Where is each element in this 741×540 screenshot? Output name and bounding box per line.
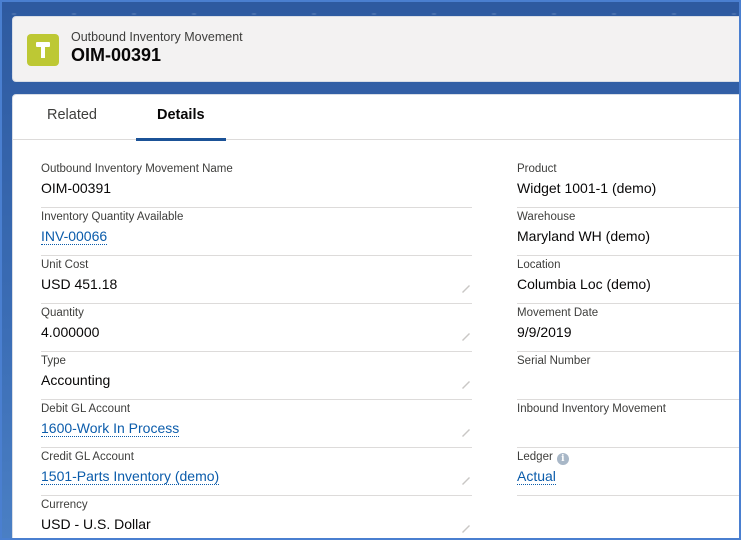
pencil-icon[interactable] <box>460 330 472 342</box>
field-value: Widget 1001-1 (demo) <box>517 180 657 196</box>
credit-gl-account-link[interactable]: 1501-Parts Inventory (demo) <box>41 468 220 485</box>
field-type: Type Accounting <box>41 352 472 400</box>
pencil-icon[interactable] <box>460 474 472 486</box>
field-value: 9/9/2019 <box>517 324 572 340</box>
field-label: Quantity <box>41 307 84 319</box>
field-value: Maryland WH (demo) <box>517 228 651 244</box>
field-warehouse: Warehouse Maryland WH (demo) <box>517 208 739 256</box>
tab-bar: Related Details <box>13 95 739 141</box>
app-frame: Outbound Inventory Movement OIM-00391 Re… <box>0 0 741 540</box>
field-ledger: Ledger i Actual <box>517 448 739 496</box>
field-label: Inbound Inventory Movement <box>517 403 666 415</box>
field-debit-gl-account: Debit GL Account 1600-Work In Process <box>41 400 472 448</box>
tab-details[interactable]: Details <box>136 107 226 141</box>
field-credit-gl-account: Credit GL Account 1501-Parts Inventory (… <box>41 448 472 496</box>
object-type-label: Outbound Inventory Movement <box>71 30 243 44</box>
pencil-icon[interactable] <box>460 378 472 390</box>
ledger-label-text: Ledger <box>517 451 553 463</box>
field-value: 4.000000 <box>41 324 100 340</box>
pencil-icon[interactable] <box>460 426 472 438</box>
field-quantity: Quantity 4.000000 <box>41 304 472 352</box>
tab-related[interactable]: Related <box>47 107 97 140</box>
field-value: Accounting <box>41 372 111 388</box>
field-label: Type <box>41 355 66 367</box>
field-label: Location <box>517 259 561 271</box>
field-serial-number: Serial Number <box>517 352 739 400</box>
inventory-quantity-link[interactable]: INV-00066 <box>41 228 108 245</box>
field-value: USD - U.S. Dollar <box>41 516 151 532</box>
field-currency: Currency USD - U.S. Dollar <box>41 496 472 538</box>
ledger-link[interactable]: Actual <box>517 468 556 485</box>
field-label: Movement Date <box>517 307 599 319</box>
details-card: Related Details Outbound Inventory Movem… <box>12 94 739 538</box>
hammer-icon-glyph <box>36 42 50 58</box>
field-location: Location Columbia Loc (demo) <box>517 256 739 304</box>
field-label: Inventory Quantity Available <box>41 211 184 223</box>
pencil-icon[interactable] <box>460 282 472 294</box>
field-label: Ledger i <box>517 451 569 465</box>
pencil-icon[interactable] <box>460 522 472 534</box>
field-inventory-quantity-available: Inventory Quantity Available INV-00066 <box>41 208 472 256</box>
field-inbound-inventory-movement: Inbound Inventory Movement <box>517 400 739 448</box>
field-label: Product <box>517 163 557 175</box>
field-label: Unit Cost <box>41 259 89 271</box>
field-label: Credit GL Account <box>41 451 134 463</box>
field-label: Debit GL Account <box>41 403 131 415</box>
info-icon[interactable]: i <box>556 453 569 465</box>
field-value: USD 451.18 <box>41 276 118 292</box>
field-label: Warehouse <box>517 211 576 223</box>
hammer-icon <box>27 34 59 66</box>
field-label: Serial Number <box>517 355 591 367</box>
field-value: Columbia Loc (demo) <box>517 276 651 292</box>
field-product: Product Widget 1001-1 (demo) <box>517 160 739 208</box>
field-movement-date: Movement Date 9/9/2019 <box>517 304 739 352</box>
field-label: Currency <box>41 499 88 511</box>
record-header: Outbound Inventory Movement OIM-00391 <box>12 16 739 82</box>
field-label: Outbound Inventory Movement Name <box>41 163 233 175</box>
field-unit-cost: Unit Cost USD 451.18 <box>41 256 472 304</box>
field-value: OIM-00391 <box>41 180 112 196</box>
record-title: OIM-00391 <box>71 45 162 65</box>
debit-gl-account-link[interactable]: 1600-Work In Process <box>41 420 180 437</box>
field-outbound-inventory-movement-name: Outbound Inventory Movement Name OIM-003… <box>41 160 472 208</box>
